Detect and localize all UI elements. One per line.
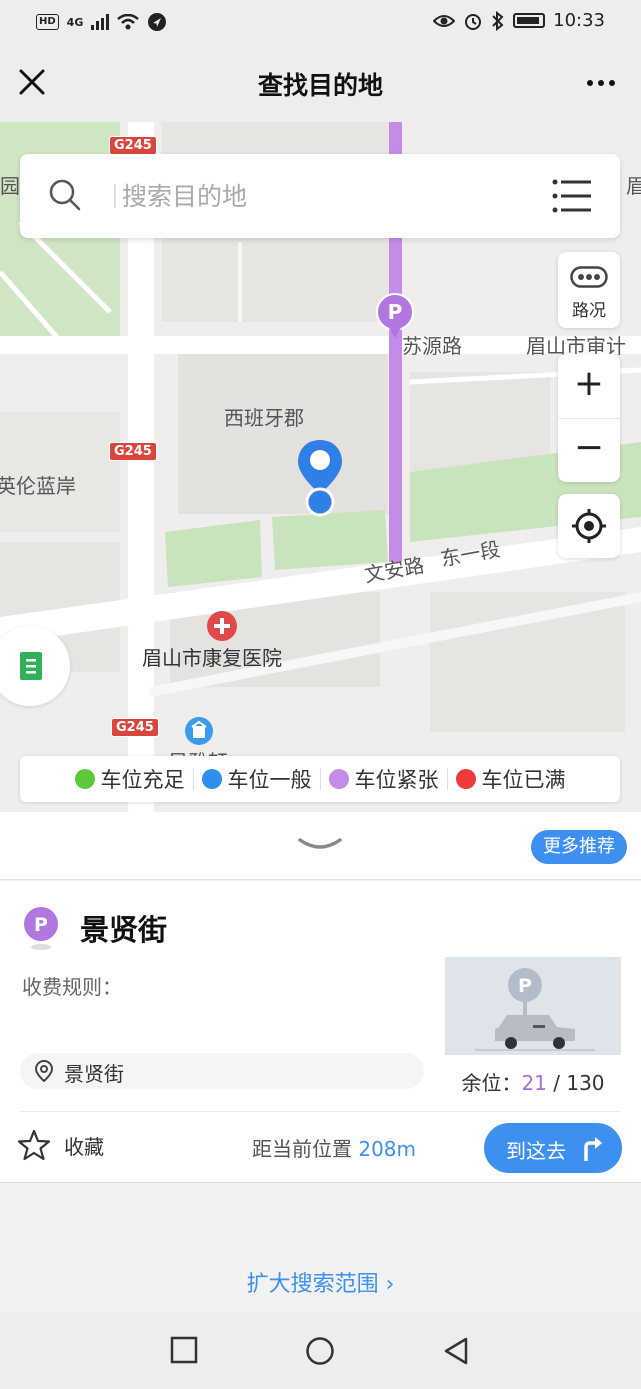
map-view[interactable]: G245 G245 G245 园 眉 苏源路 眉山市审计 西班牙郡 英伦蓝岸 文… bbox=[0, 122, 641, 812]
traffic-label: 路况 bbox=[572, 301, 606, 321]
distance-info: 距当前位置 208m bbox=[252, 1133, 416, 1162]
status-bar: HD 4G 10:33 bbox=[0, 0, 641, 46]
remain-total: 130 bbox=[566, 1071, 605, 1095]
legend-dot-icon bbox=[328, 769, 349, 789]
legend-dot-icon bbox=[74, 769, 95, 789]
navigate-here-button[interactable]: 到这去 bbox=[484, 1123, 622, 1173]
map-label-mei: 眉 bbox=[626, 174, 641, 198]
traffic-icon bbox=[570, 266, 608, 288]
card-divider bbox=[20, 1111, 620, 1112]
location-pin-icon bbox=[34, 1060, 54, 1082]
location-status-icon bbox=[148, 13, 167, 31]
favorite-label: 收藏 bbox=[64, 1134, 104, 1159]
recent-apps-icon[interactable] bbox=[170, 1336, 198, 1364]
zoom-out-button[interactable]: − bbox=[558, 418, 620, 482]
svg-text:P: P bbox=[518, 975, 532, 997]
parking-legend: 车位充足 车位一般 车位紧张 车位已满 bbox=[20, 756, 620, 802]
legend-label: 车位紧张 bbox=[354, 768, 439, 792]
remain-available: 21 bbox=[521, 1071, 547, 1095]
eye-icon bbox=[433, 14, 456, 27]
battery-icon bbox=[513, 13, 546, 28]
home-icon[interactable] bbox=[305, 1336, 335, 1366]
highway-shield: G245 bbox=[111, 718, 159, 737]
signal-icon bbox=[91, 14, 110, 30]
bottom-sheet-header: 更多推荐 bbox=[0, 812, 641, 880]
parking-lot-image: P bbox=[445, 957, 621, 1055]
back-icon[interactable] bbox=[442, 1336, 470, 1366]
legend-item: 车位一般 bbox=[201, 764, 312, 794]
fee-rules-label: 收费规则： bbox=[22, 975, 122, 999]
clock: 10:33 bbox=[553, 10, 605, 31]
legend-label: 车位一般 bbox=[227, 768, 312, 792]
hospital-icon bbox=[207, 611, 237, 641]
search-icon bbox=[49, 179, 81, 211]
traffic-toggle-button[interactable]: 路况 bbox=[558, 252, 620, 328]
svg-text:P: P bbox=[388, 300, 403, 324]
search-divider bbox=[114, 184, 116, 208]
map-label-lanan: 英伦蓝岸 bbox=[0, 474, 76, 498]
crosshair-icon bbox=[572, 509, 606, 543]
network-indicator: 4G bbox=[66, 15, 84, 29]
system-nav-bar bbox=[0, 1312, 641, 1389]
document-icon bbox=[20, 652, 42, 680]
locate-me-button[interactable] bbox=[558, 494, 620, 558]
map-label-yuan: 园 bbox=[0, 174, 20, 198]
list-icon[interactable] bbox=[552, 178, 592, 214]
map-label-xibanya: 西班牙郡 bbox=[224, 406, 304, 430]
legend-label: 车位充足 bbox=[100, 768, 185, 792]
remain-label: 余位： bbox=[461, 1071, 522, 1095]
parking-lot-name: 景贤街 bbox=[80, 913, 168, 947]
navigate-label: 到这去 bbox=[506, 1139, 566, 1163]
legend-item: 车位已满 bbox=[455, 764, 566, 794]
star-icon bbox=[18, 1129, 50, 1161]
favorite-button[interactable]: 收藏 bbox=[18, 1129, 104, 1161]
status-right: 10:33 bbox=[433, 10, 605, 31]
turn-right-icon bbox=[584, 1137, 602, 1161]
map-label-hospital: 眉山市康复医院 bbox=[142, 646, 282, 670]
title-bar: 查找目的地 bbox=[0, 46, 641, 122]
parking-pin-icon: P bbox=[24, 907, 58, 950]
destination-marker-icon bbox=[298, 440, 342, 517]
legend-dot-icon bbox=[201, 769, 222, 789]
legend-separator bbox=[192, 768, 194, 790]
svg-text:P: P bbox=[34, 914, 48, 936]
legend-item: 车位充足 bbox=[74, 764, 185, 794]
legend-separator bbox=[319, 768, 321, 790]
search-bar bbox=[20, 154, 620, 238]
alarm-icon bbox=[465, 13, 482, 30]
zoom-control: + − bbox=[558, 354, 620, 482]
legend-label: 车位已满 bbox=[481, 768, 566, 792]
distance-label: 距当前位置 bbox=[252, 1137, 359, 1161]
legend-separator bbox=[446, 768, 448, 790]
more-recommendations-button[interactable]: 更多推荐 bbox=[531, 830, 627, 864]
wifi-icon bbox=[117, 14, 140, 30]
bluetooth-icon bbox=[492, 10, 504, 31]
status-left: HD 4G bbox=[36, 12, 167, 32]
address-pill: 景贤街 bbox=[20, 1053, 424, 1089]
more-menu-button[interactable] bbox=[587, 80, 615, 86]
remaining-spaces: 余位：21 / 130 bbox=[445, 1067, 621, 1096]
legend-item: 车位紧张 bbox=[328, 764, 439, 794]
legend-dot-icon bbox=[455, 769, 476, 789]
chevron-down-icon[interactable] bbox=[298, 836, 342, 854]
page-title: 查找目的地 bbox=[257, 71, 383, 100]
highway-shield: G245 bbox=[109, 136, 157, 155]
remain-separator: / bbox=[546, 1071, 567, 1095]
search-input[interactable] bbox=[122, 176, 522, 216]
building-icon bbox=[185, 717, 213, 745]
address-text: 景贤街 bbox=[64, 1062, 124, 1086]
highway-shield: G245 bbox=[109, 442, 157, 461]
expand-search-range-link[interactable]: 扩大搜索范围 › bbox=[0, 1266, 641, 1298]
distance-value: 208m bbox=[358, 1137, 417, 1161]
parking-lot-card: P 景贤街 收费规则： 景贤街 P 余位：21 / 130 收藏 距当前位置 2… bbox=[0, 881, 641, 1183]
hd-indicator: HD bbox=[36, 14, 59, 30]
parking-car-illustration: P bbox=[445, 957, 621, 1055]
zoom-in-button[interactable]: + bbox=[558, 354, 620, 418]
parking-pin-icon[interactable]: P bbox=[375, 292, 415, 342]
